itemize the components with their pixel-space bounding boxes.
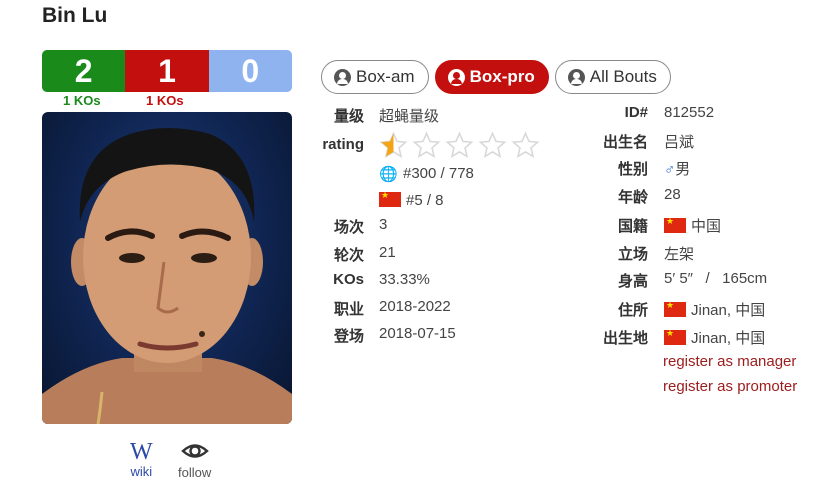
birthplace-text: Jinan, 中国	[691, 330, 766, 347]
china-flag-icon	[664, 216, 686, 233]
follow-link[interactable]: follow	[178, 440, 211, 480]
user-circle-icon	[334, 68, 351, 86]
residence-text: Jinan, 中国	[691, 302, 766, 319]
tab-box-pro-label: Box-pro	[469, 67, 535, 86]
rating-stars	[379, 131, 540, 160]
residence-label: 住所	[617, 302, 648, 319]
sex-text: 男	[675, 161, 691, 178]
birthname-label: 出生名	[602, 134, 648, 151]
stance-value: 左架	[664, 246, 695, 263]
tab-box-pro[interactable]: Box-pro	[434, 60, 549, 94]
china-flag-icon	[379, 190, 401, 207]
wikipedia-icon: W	[130, 439, 153, 465]
residence-value: Jinan, 中国	[664, 299, 765, 320]
nationality-label: 国籍	[617, 218, 648, 235]
age-label: 年龄	[617, 189, 648, 206]
record-type-tabs: Box-am Box-pro All Bouts	[321, 60, 671, 94]
boxer-name: Bin Lu	[42, 4, 108, 27]
draws-count: 0	[208, 50, 292, 92]
height-value: 5′ 5″ / 165cm	[664, 270, 768, 287]
sex-value: ♂男	[664, 158, 690, 179]
star-icon	[478, 131, 507, 158]
user-circle-icon	[567, 68, 585, 86]
birthplace-value: Jinan, 中国	[664, 327, 765, 348]
kos-label: KOs	[333, 271, 364, 288]
country-rank: #5 / 8	[379, 190, 444, 209]
globe-icon: 🌐	[379, 166, 398, 183]
wiki-link[interactable]: W wiki	[130, 440, 153, 479]
kos-value: 33.33%	[379, 271, 430, 288]
wins-kos: 1 KOs	[63, 93, 101, 108]
tab-all-bouts-label: All Bouts	[589, 67, 657, 86]
follow-label: follow	[178, 465, 212, 480]
rounds-label: 轮次	[333, 247, 364, 264]
star-icon	[379, 131, 408, 158]
boxer-photo	[42, 112, 292, 424]
debut-value: 2018-07-15	[379, 325, 456, 342]
losses-kos: 1 KOs	[146, 93, 184, 108]
star-icon	[412, 131, 441, 158]
birthname-value: 吕斌	[664, 134, 695, 151]
nationality-text: 中国	[691, 218, 722, 235]
career-value: 2018-2022	[379, 298, 451, 315]
world-rank: 🌐 #300 / 778	[379, 165, 474, 183]
losses-count: 1	[125, 50, 209, 92]
career-label: 职业	[333, 301, 364, 318]
user-circle-icon	[447, 68, 465, 86]
id-value: 812552	[664, 104, 715, 121]
nationality-value: 中国	[664, 215, 721, 236]
register-promoter-link[interactable]: register as promoter	[663, 378, 797, 395]
birthplace-label: 出生地	[602, 330, 648, 347]
china-flag-icon	[664, 300, 686, 317]
bouts-value: 3	[379, 216, 388, 233]
record-bar: 2 1 0	[42, 50, 292, 92]
age-value: 28	[664, 186, 681, 203]
bouts-label: 场次	[333, 219, 364, 236]
rounds-value: 21	[379, 244, 396, 261]
china-flag-icon	[664, 328, 686, 345]
star-icon	[445, 131, 474, 158]
tab-box-am[interactable]: Box-am	[321, 60, 429, 94]
country-rank-value: #5 / 8	[406, 192, 444, 209]
eye-icon	[180, 440, 209, 465]
wins-count: 2	[42, 50, 126, 92]
register-manager-link[interactable]: register as manager	[663, 353, 796, 370]
rating-label: rating	[322, 136, 364, 153]
stance-label: 立场	[617, 246, 648, 263]
tab-all-bouts[interactable]: All Bouts	[554, 60, 671, 94]
id-label: ID#	[624, 104, 648, 121]
division-label: 量级	[333, 108, 364, 125]
debut-label: 登场	[333, 328, 364, 345]
sex-label: 性别	[617, 161, 648, 178]
height-label: 身高	[617, 273, 648, 290]
star-icon	[511, 131, 540, 158]
tab-box-am-label: Box-am	[356, 67, 415, 86]
wiki-label: wiki	[130, 464, 153, 479]
male-symbol-icon: ♂	[664, 161, 676, 178]
world-rank-value: #300 / 778	[403, 165, 474, 182]
division-value: 超蝇量级	[379, 108, 440, 125]
